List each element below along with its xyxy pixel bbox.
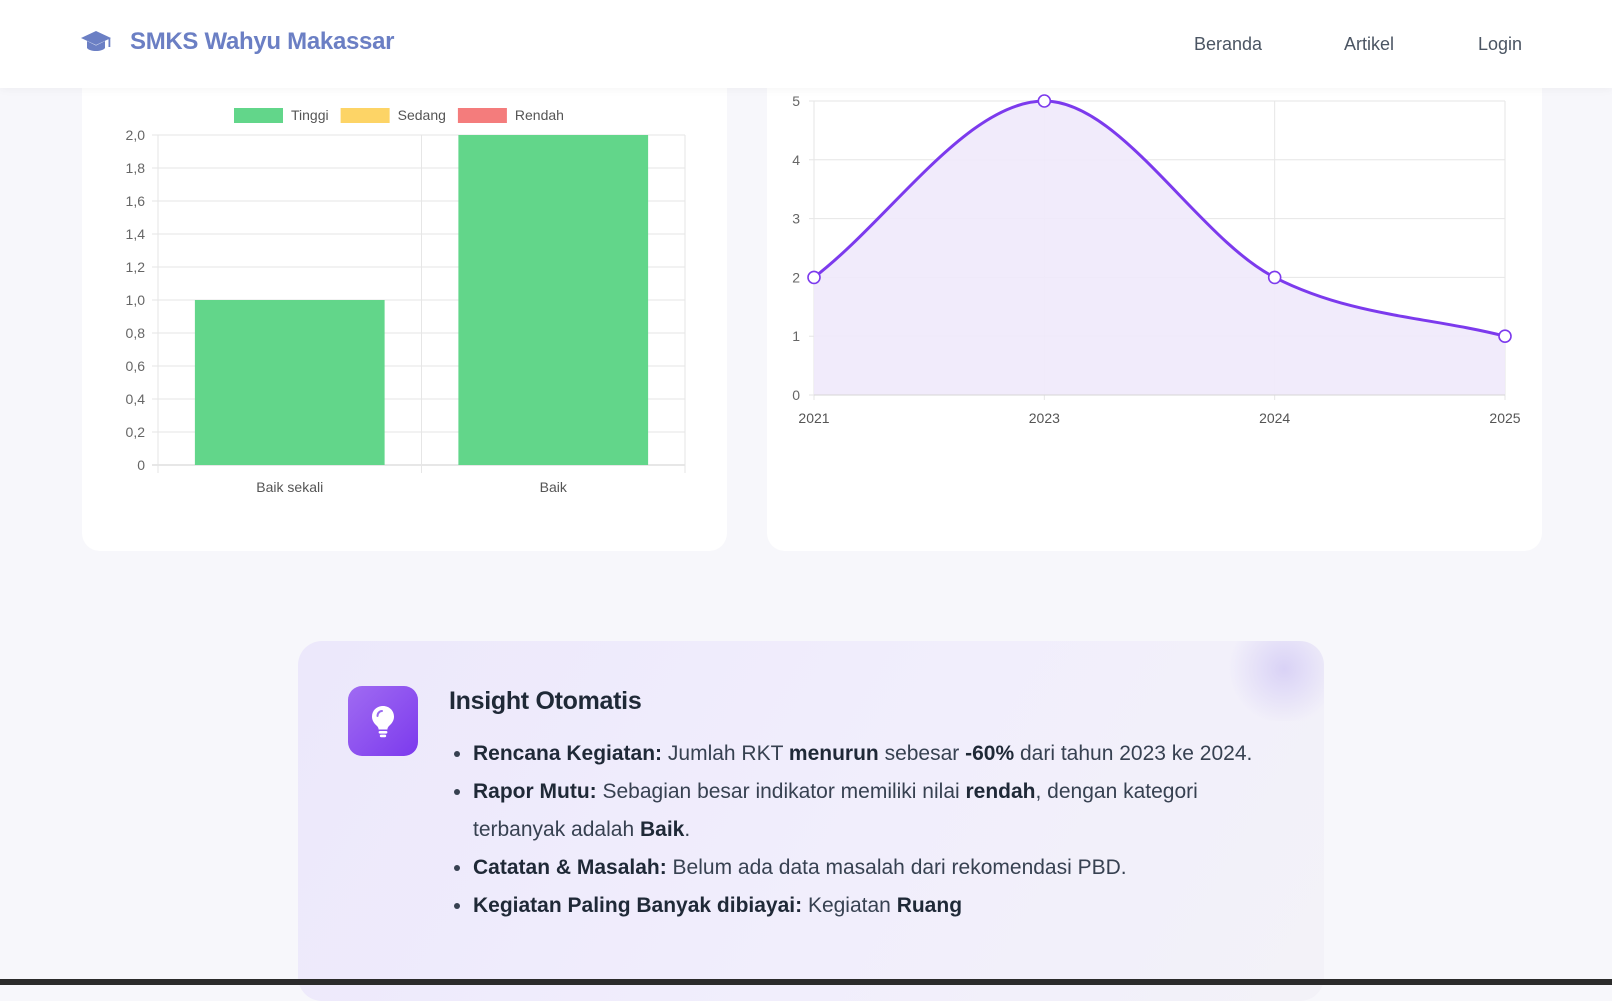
legend-swatch-rendah [457, 108, 507, 123]
graduation-cap-icon [81, 31, 111, 51]
data-point [1498, 329, 1512, 344]
x-tick-label: 2025 [1489, 410, 1520, 426]
y-tick-label: 1,0 [126, 292, 146, 308]
insight-list: Rencana Kegiatan: Jumlah RKT menurun seb… [473, 735, 1273, 925]
nav-artikel[interactable]: Artikel [1344, 34, 1394, 55]
legend-swatch-sedang [340, 108, 390, 123]
legend-label: Rendah [515, 107, 564, 123]
decorative-blob [1224, 641, 1324, 721]
y-tick-label: 0,2 [126, 424, 146, 440]
legend-swatch-tinggi [234, 108, 283, 123]
navbar: SMKS Wahyu Makassar Beranda Artikel Logi… [0, 0, 1612, 88]
y-tick-label: 5 [792, 93, 800, 109]
x-tick-label: 2023 [1029, 410, 1060, 426]
legend-label: Sedang [398, 107, 446, 123]
y-tick-label: 1,8 [126, 160, 146, 176]
x-tick-label: Baik [540, 479, 568, 495]
line-chart-card: 0 1 2 3 4 5 2021 2023 2024 2025 [767, 70, 1542, 551]
insight-title: Insight Otomatis [449, 687, 642, 715]
y-tick-label: 0 [792, 387, 800, 403]
list-item: Rencana Kegiatan: Jumlah RKT menurun seb… [473, 735, 1273, 773]
lightbulb-icon [348, 686, 418, 756]
y-tick-label: 1,6 [126, 193, 146, 209]
nav-login[interactable]: Login [1478, 34, 1522, 55]
line-chart: 0 1 2 3 4 5 2021 2023 2024 2025 [792, 93, 1521, 426]
nav-beranda[interactable]: Beranda [1194, 34, 1262, 55]
area-fill [814, 101, 1505, 395]
y-tick-label: 0,8 [126, 325, 146, 341]
list-item: Rapor Mutu: Sebagian besar indikator mem… [473, 773, 1273, 849]
data-point [1267, 270, 1282, 285]
brand-link[interactable]: SMKS Wahyu Makassar [80, 28, 394, 56]
insight-panel: Insight Otomatis Rencana Kegiatan: Jumla… [298, 641, 1324, 1001]
brand-name: SMKS Wahyu Makassar [130, 28, 395, 55]
list-item: Catatan & Masalah: Belum ada data masala… [473, 849, 1273, 887]
x-tick-label: 2024 [1259, 410, 1290, 426]
data-point [807, 270, 821, 285]
y-tick-label: 1,4 [126, 226, 146, 242]
y-tick-label: 0,6 [126, 358, 146, 374]
bottom-edge [0, 979, 1612, 985]
y-tick-label: 2 [792, 269, 800, 285]
x-tick-label: 2021 [798, 410, 829, 426]
bar-tinggi [194, 300, 385, 465]
y-tick-label: 1 [792, 328, 800, 344]
y-tick-label: 0,4 [126, 391, 146, 407]
y-tick-label: 1,2 [126, 259, 146, 275]
bar-chart: 0 0,2 0,4 0,6 0,8 1,0 1,2 1,4 1,6 1,8 2,0 Baik seka… [126, 107, 686, 495]
y-tick-label: 0 [137, 457, 145, 473]
data-point [1037, 94, 1052, 108]
x-tick-label: Baik sekali [256, 479, 323, 495]
bar-tinggi [458, 135, 649, 465]
list-item: Kegiatan Paling Banyak dibiayai: Kegiata… [473, 887, 1273, 925]
bar-chart-card: 0 0,2 0,4 0,6 0,8 1,0 1,2 1,4 1,6 1,8 2,0 Baik seka… [82, 70, 727, 551]
y-tick-label: 2,0 [126, 127, 146, 143]
y-tick-label: 4 [792, 152, 800, 168]
y-tick-label: 3 [792, 211, 800, 227]
legend-label: Tinggi [291, 107, 329, 123]
